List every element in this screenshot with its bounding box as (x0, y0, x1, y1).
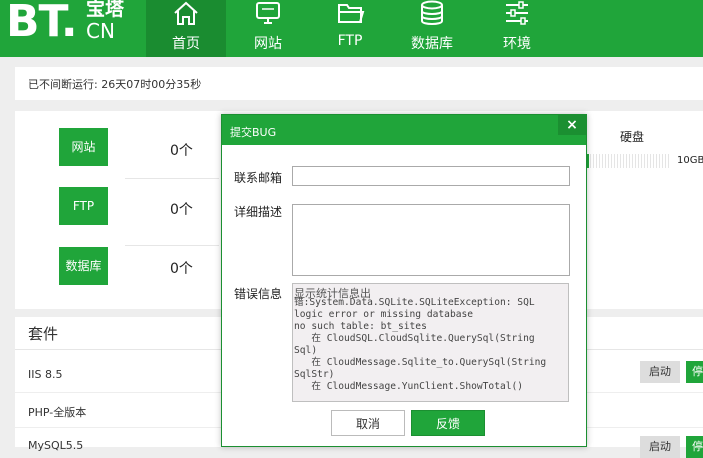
error-label: 错误信息 (234, 287, 283, 301)
nav-item-environment[interactable]: 环境 (477, 0, 557, 57)
submit-feedback-button[interactable]: 反馈 (411, 410, 485, 436)
database-count-badge[interactable]: 数据库 (59, 247, 108, 285)
disk-usage-bar (587, 154, 669, 168)
home-icon (174, 1, 198, 25)
nav-item-home[interactable]: 首页 (146, 0, 226, 57)
nav-label-website: 网站 (254, 36, 282, 52)
cancel-button[interactable]: 取消 (331, 410, 405, 436)
nav-item-ftp[interactable]: FTP (310, 0, 390, 57)
suite-title: 套件 (28, 325, 59, 343)
nav-label-database: 数据库 (411, 36, 453, 52)
sliders-icon (506, 1, 528, 25)
suite-item-iis: IIS 8.5 (28, 368, 63, 381)
email-label: 联系邮箱 (234, 171, 283, 185)
error-info-box[interactable]: 显示统计信息出 错:System.Data.SQLite.SQLiteExcep… (292, 283, 569, 402)
suite-item-mysql: MySQL5.5 (28, 439, 84, 452)
divider (125, 178, 219, 179)
detail-label: 详细描述 (234, 205, 283, 219)
submit-bug-dialog: 提交BUG × 联系邮箱 详细描述 错误信息 显示统计信息出 错:System.… (221, 114, 587, 447)
website-count-badge[interactable]: 网站 (59, 128, 108, 166)
disk-value: 10GB/ (677, 155, 703, 166)
database-icon (421, 0, 443, 25)
nav-label-environment: 环境 (503, 36, 531, 52)
dialog-header: 提交BUG × (222, 115, 586, 145)
iis-stop-button[interactable]: 停 (686, 361, 703, 383)
uptime-panel: 已不间断运行: 26天07时00分35秒 (15, 67, 703, 100)
detail-textarea[interactable] (292, 204, 570, 276)
disk-title: 硬盘 (620, 130, 645, 144)
email-field[interactable] (292, 166, 570, 186)
folder-icon (338, 4, 365, 23)
website-count: 0个 (170, 143, 193, 159)
monitor-icon (256, 2, 280, 24)
iis-start-button[interactable]: 启动 (640, 361, 680, 383)
ftp-count-badge[interactable]: FTP (59, 187, 108, 225)
mysql-stop-button[interactable]: 停 (686, 436, 703, 458)
suite-item-php: PHP-全版本 (28, 406, 87, 419)
logo-chinese: 宝塔 (86, 0, 125, 20)
ftp-count: 0个 (170, 202, 193, 218)
mysql-start-button[interactable]: 启动 (640, 436, 680, 458)
top-navigation-bar: BT. 宝塔 CN 首页 网站 FTP 数据库 环境 (0, 0, 703, 57)
close-icon[interactable]: × (558, 115, 586, 135)
disk-usage-fill (587, 154, 590, 168)
nav-item-website[interactable]: 网站 (228, 0, 308, 57)
dialog-title: 提交BUG (230, 126, 277, 139)
error-text: 错:System.Data.SQLite.SQLiteException: SQ… (294, 297, 547, 392)
logo-main: BT. (6, 0, 78, 47)
nav-item-database[interactable]: 数据库 (392, 0, 472, 57)
logo-cn: CN (86, 19, 115, 43)
nav-label-ftp: FTP (337, 33, 363, 49)
divider (125, 245, 219, 246)
nav-label-home: 首页 (172, 36, 200, 52)
uptime-text: 已不间断运行: 26天07时00分35秒 (28, 78, 202, 91)
database-count: 0个 (170, 261, 193, 277)
